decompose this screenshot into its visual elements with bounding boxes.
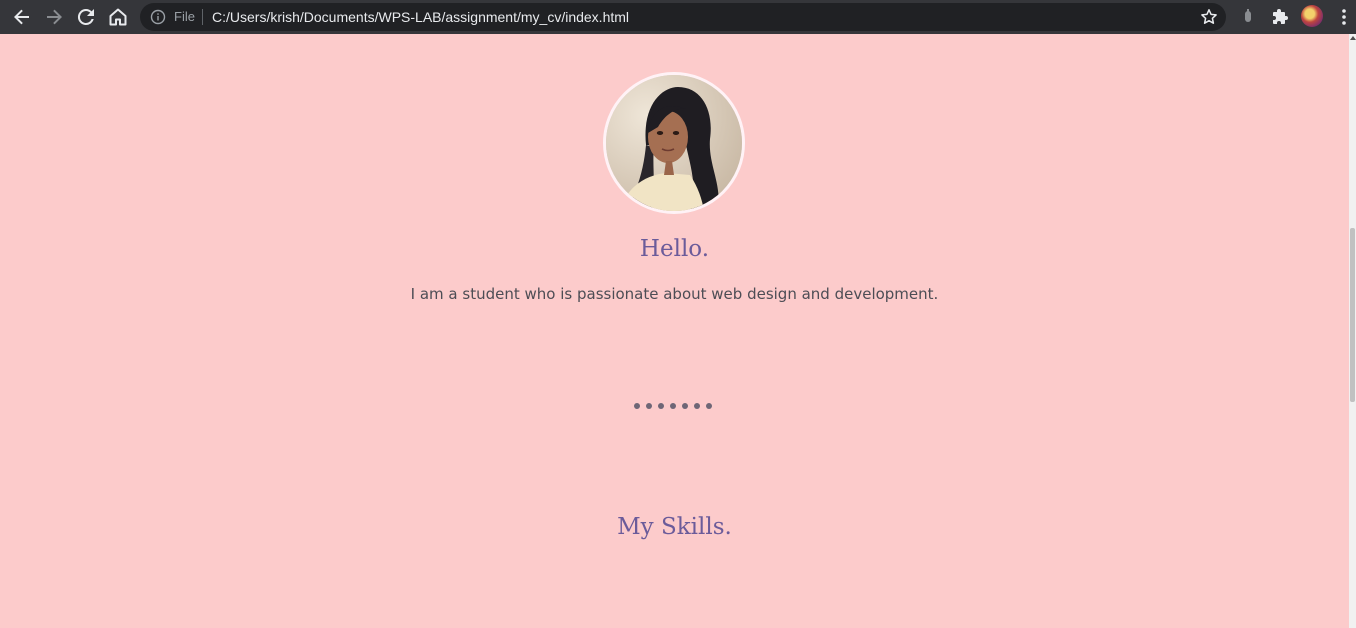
divider-dot — [634, 403, 640, 409]
scroll-up-arrow-icon[interactable] — [1350, 36, 1356, 40]
back-arrow-icon[interactable] — [10, 5, 34, 29]
scrollbar-thumb[interactable] — [1350, 228, 1355, 402]
vertical-scrollbar[interactable] — [1349, 34, 1356, 628]
info-icon[interactable] — [150, 9, 166, 25]
profile-avatar[interactable] — [1301, 5, 1323, 27]
profile-photo — [603, 72, 745, 214]
page-content: Hello. I am a student who is passionate … — [0, 34, 1349, 628]
divider-dot — [646, 403, 652, 409]
divider-dot — [694, 403, 700, 409]
extension-puzzle-icon[interactable] — [1268, 5, 1292, 29]
skills-heading: My Skills. — [617, 514, 732, 540]
section-divider-dots — [634, 403, 712, 409]
divider-dot — [670, 403, 676, 409]
file-scheme-label: File — [174, 9, 195, 24]
home-icon[interactable] — [106, 5, 130, 29]
divider-dot — [706, 403, 712, 409]
kebab-menu-icon[interactable] — [1332, 5, 1356, 29]
divider-dot — [682, 403, 688, 409]
greeting-heading: Hello. — [639, 236, 710, 262]
bio-text: I am a student who is passionate about w… — [410, 285, 939, 303]
extension-pin-icon[interactable] — [1236, 5, 1260, 29]
reload-icon[interactable] — [74, 5, 98, 29]
omnibox-separator — [202, 9, 203, 25]
divider-dot — [658, 403, 664, 409]
browser-toolbar: File C:/Users/krish/Documents/WPS-LAB/as… — [0, 0, 1356, 34]
address-bar[interactable]: File C:/Users/krish/Documents/WPS-LAB/as… — [140, 3, 1226, 31]
url-text[interactable]: C:/Users/krish/Documents/WPS-LAB/assignm… — [212, 9, 629, 25]
star-icon[interactable] — [1200, 8, 1218, 26]
forward-arrow-icon[interactable] — [42, 5, 66, 29]
